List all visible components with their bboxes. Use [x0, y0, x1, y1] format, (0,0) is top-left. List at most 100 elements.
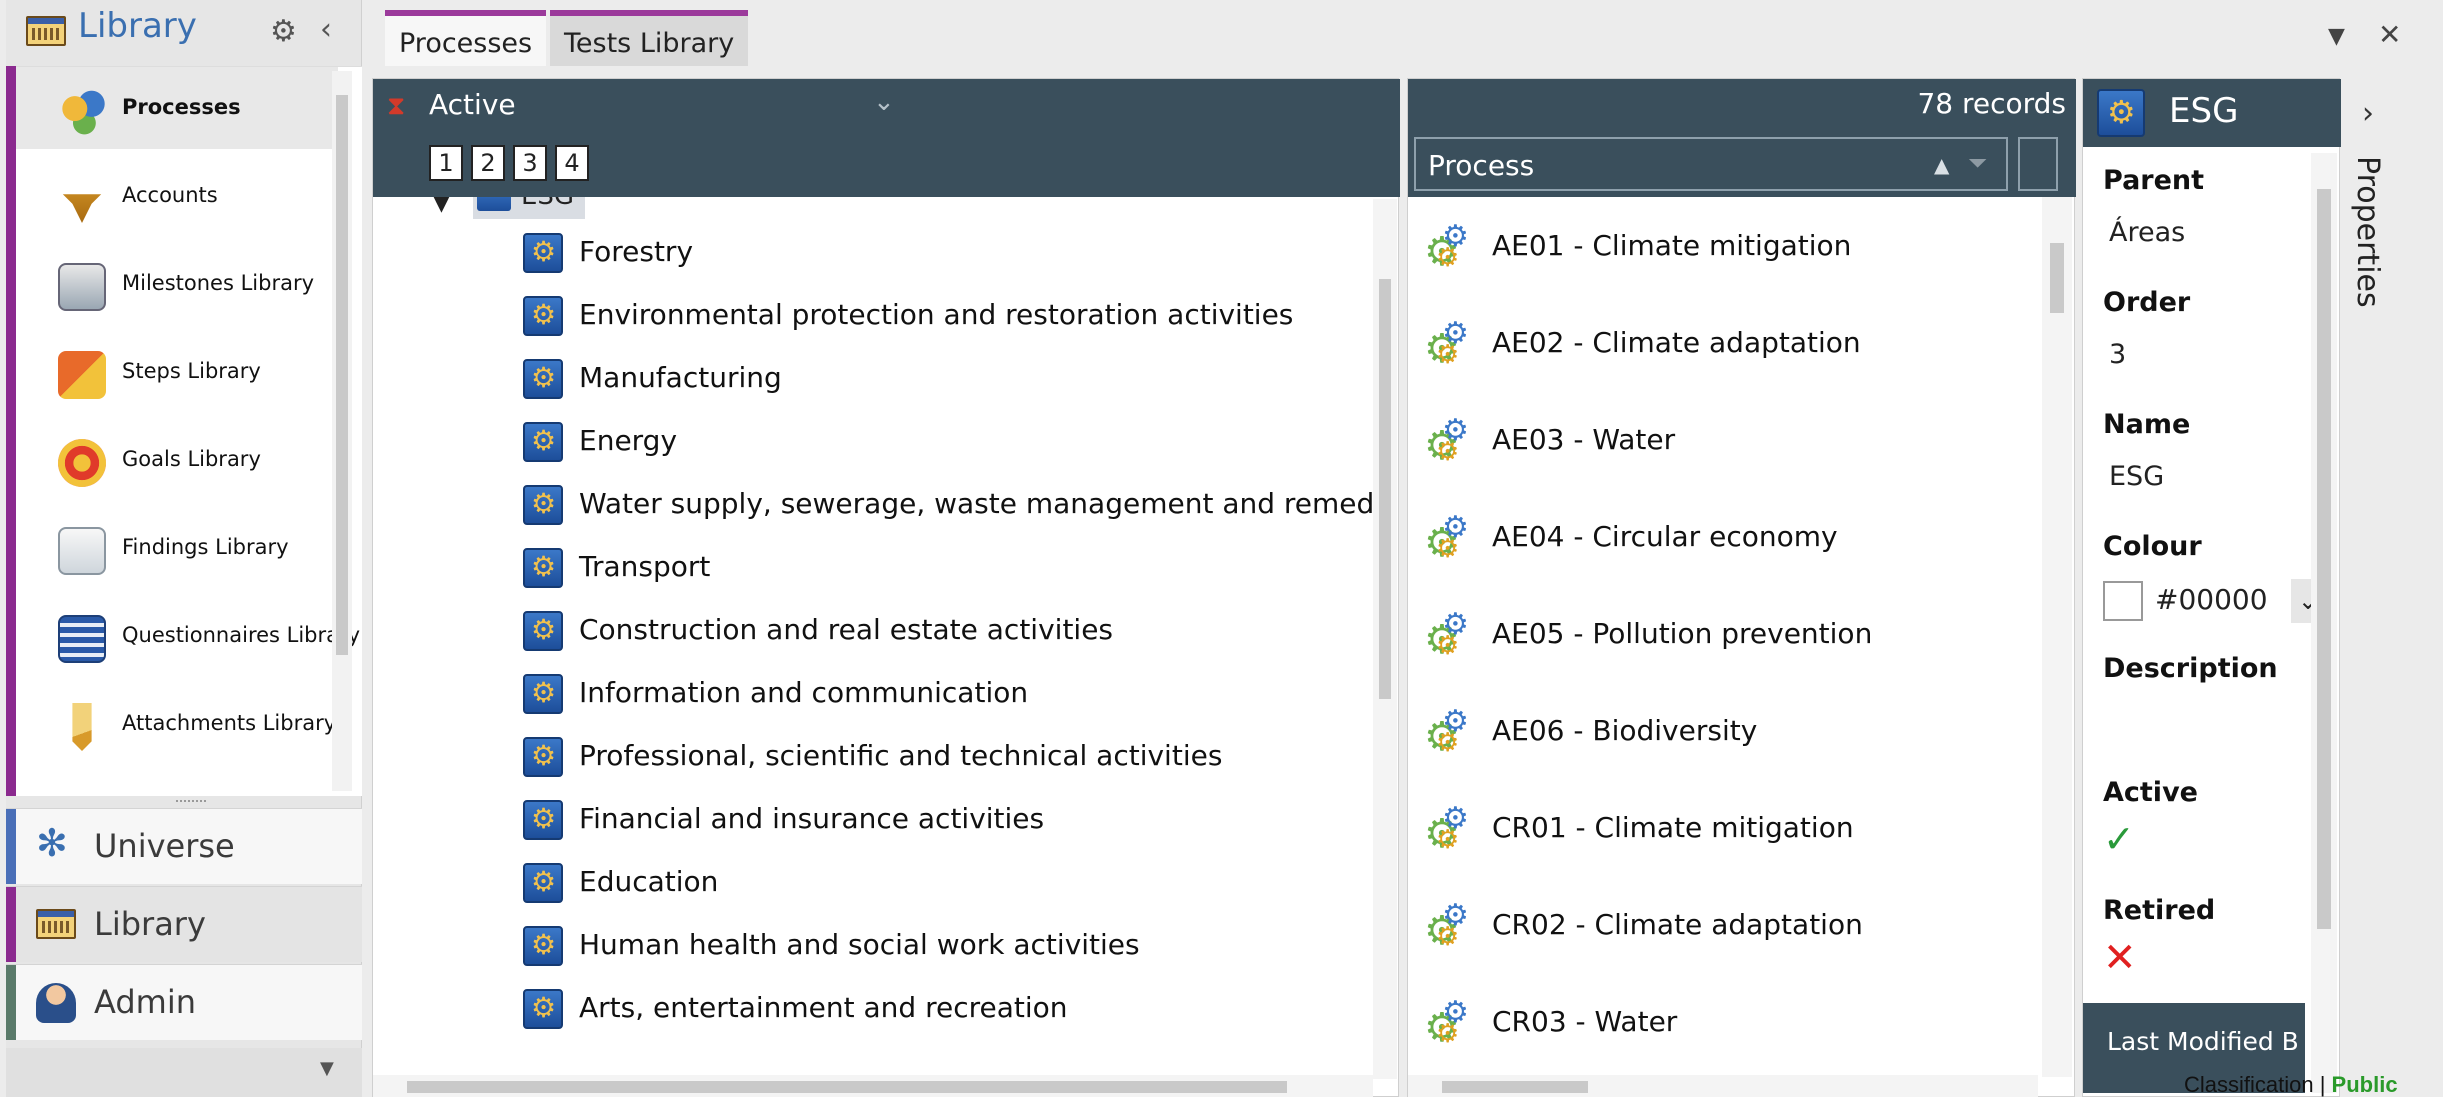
- grid-row[interactable]: ⚙ ⚙ ⚙ AE03 - Water: [1408, 391, 2040, 488]
- description-label: Description: [2103, 653, 2278, 684]
- nav-item-questionnaires-library[interactable]: Questionnaires Library: [16, 595, 360, 677]
- close-icon[interactable]: ✕: [2378, 18, 2401, 51]
- tree-node-label: Forestry: [579, 235, 694, 268]
- tab-processes[interactable]: Processes: [385, 10, 547, 66]
- tree-root-node[interactable]: ▼ ESG: [433, 197, 585, 221]
- process-icon: [477, 197, 511, 211]
- cross-icon[interactable]: ✕: [2103, 935, 2137, 981]
- tree-body: ▼ ESG Forestry Environmental protection …: [373, 197, 1373, 1077]
- nav-item-label: Steps Library: [122, 359, 261, 383]
- properties-side-pane[interactable]: › Properties: [2342, 66, 2443, 1097]
- level-button-4[interactable]: 4: [555, 145, 589, 181]
- navigator-panel: Library ⚙ ‹ Processes Accounts Milestone…: [6, 0, 362, 1097]
- filter-label: Active: [429, 88, 516, 121]
- classification-value: Public: [2331, 1072, 2398, 1097]
- tree-node-label: Construction and real estate activities: [579, 613, 1114, 646]
- grid-horizontal-scrollbar[interactable]: [1408, 1075, 2038, 1097]
- name-value[interactable]: ESG: [2109, 461, 2164, 492]
- record-count-bar: 78 records: [1408, 79, 2076, 129]
- questionnaire-icon: [58, 615, 106, 663]
- nav-item-goals-library[interactable]: Goals Library: [16, 419, 338, 501]
- tab-tests-library[interactable]: Tests Library: [550, 10, 749, 66]
- record-count: 78 records: [1917, 87, 2066, 120]
- nav-item-accounts[interactable]: Accounts: [16, 155, 338, 237]
- collapse-left-icon[interactable]: ‹: [320, 12, 332, 47]
- process-gears-icon: ⚙ ⚙ ⚙: [1424, 995, 1469, 1051]
- grid-row[interactable]: ⚙ ⚙ ⚙ AE01 - Climate mitigation: [1408, 197, 2040, 294]
- tree-filter-bar[interactable]: ⧗ Active ⌄: [373, 79, 1400, 129]
- grid-row[interactable]: ⚙ ⚙ ⚙ CR02 - Climate adaptation: [1408, 876, 2040, 973]
- tree-node-label: Financial and insurance activities: [579, 802, 1045, 835]
- navigator-title: Library: [78, 6, 197, 46]
- checkmark-icon[interactable]: ✓: [2103, 817, 2135, 861]
- grid-cell-process: AE03 - Water: [1492, 423, 1676, 456]
- chevron-right-icon[interactable]: ›: [2362, 96, 2374, 131]
- colour-value[interactable]: #00000: [2155, 583, 2268, 616]
- section-library[interactable]: Library: [6, 886, 362, 962]
- chevron-down-icon[interactable]: ⌄: [873, 87, 895, 117]
- scrollbar-thumb[interactable]: [2050, 243, 2064, 313]
- tree-vertical-scrollbar[interactable]: [1373, 199, 1397, 1079]
- level-button-3[interactable]: 3: [513, 145, 547, 181]
- scrollbar-thumb[interactable]: [1442, 1081, 1588, 1093]
- nav-item-attachments-library[interactable]: Attachments Library: [16, 683, 338, 765]
- splitter-grip[interactable]: [176, 800, 206, 804]
- column-header-next[interactable]: [2018, 137, 2058, 191]
- grid-vertical-scrollbar[interactable]: [2042, 197, 2072, 1077]
- level-button-2[interactable]: 2: [471, 145, 505, 181]
- findings-icon: [58, 527, 106, 575]
- section-universe[interactable]: ✻ Universe: [6, 808, 362, 884]
- scrollbar-thumb[interactable]: [407, 1081, 1287, 1093]
- colour-swatch[interactable]: [2103, 581, 2143, 621]
- nav-item-processes[interactable]: Processes: [16, 67, 338, 149]
- scrollbar-thumb[interactable]: [2317, 189, 2331, 929]
- process-gears-icon: ⚙ ⚙ ⚙: [1424, 413, 1469, 469]
- grid-row[interactable]: ⚙ ⚙ ⚙ AE06 - Biodiversity: [1408, 682, 2040, 779]
- grid-cell-process: AE02 - Climate adaptation: [1492, 326, 1861, 359]
- nav-item-milestones-library[interactable]: Milestones Library: [16, 243, 338, 325]
- process-icon: [523, 863, 563, 903]
- parent-value[interactable]: Áreas: [2109, 217, 2185, 248]
- chevron-down-icon[interactable]: ▼: [320, 1058, 334, 1079]
- order-value[interactable]: 3: [2109, 339, 2126, 370]
- grid-row[interactable]: ⚙ ⚙ ⚙ AE04 - Circular economy: [1408, 488, 2040, 585]
- tree-horizontal-scrollbar[interactable]: [373, 1075, 1373, 1097]
- scrollbar-thumb[interactable]: [336, 95, 348, 655]
- user-icon: [36, 983, 76, 1023]
- nav-item-label: Attachments Library: [122, 711, 337, 735]
- process-gears-icon: ⚙ ⚙ ⚙: [1424, 898, 1469, 954]
- parent-label: Parent: [2103, 165, 2205, 196]
- tab-list-dropdown-icon[interactable]: ▼: [2328, 24, 2345, 49]
- navigator-list: Processes Accounts Milestones Library St…: [6, 66, 362, 796]
- nav-item-steps-library[interactable]: Steps Library: [16, 331, 338, 413]
- processes-icon: [58, 87, 106, 135]
- grid-row[interactable]: ⚙ ⚙ ⚙ CR01 - Climate mitigation: [1408, 779, 2040, 876]
- column-header-process[interactable]: Process ▲ ⏷: [1414, 137, 2008, 191]
- last-modified-label: Last Modified B: [2107, 1027, 2299, 1056]
- nav-item-findings-library[interactable]: Findings Library: [16, 507, 338, 589]
- expand-toggle-icon[interactable]: ▼: [433, 197, 450, 216]
- grid-cell-process: CR03 - Water: [1492, 1005, 1678, 1038]
- nav-item-label: Findings Library: [122, 535, 289, 559]
- column-filter-icon[interactable]: ⏷: [1968, 149, 1987, 177]
- level-button-1[interactable]: 1: [429, 145, 463, 181]
- grid-row[interactable]: ⚙ ⚙ ⚙ AE02 - Climate adaptation: [1408, 294, 2040, 391]
- navigator-scrollbar[interactable]: [332, 71, 352, 791]
- active-label: Active: [2103, 777, 2198, 808]
- scrollbar-thumb[interactable]: [1379, 279, 1391, 699]
- filter-clear-icon[interactable]: ⧗: [387, 91, 405, 122]
- properties-title: ESG: [2169, 91, 2239, 131]
- grid-body: ⚙ ⚙ ⚙ AE01 - Climate mitigation ⚙ ⚙ ⚙ AE02 -…: [1408, 197, 2040, 1077]
- grid-row[interactable]: ⚙ ⚙ ⚙ CR03 - Water: [1408, 973, 2040, 1070]
- sort-ascending-icon[interactable]: ▲: [1934, 153, 1949, 177]
- grid-cell-process: AE01 - Climate mitigation: [1492, 229, 1852, 262]
- grid-row[interactable]: ⚙ ⚙ ⚙ AE05 - Pollution prevention: [1408, 585, 2040, 682]
- process-gears-icon: ⚙ ⚙ ⚙: [1424, 510, 1469, 566]
- gear-icon[interactable]: ⚙: [270, 14, 297, 49]
- process-icon: [523, 611, 563, 651]
- section-color-bar: [6, 809, 16, 884]
- properties-side-label[interactable]: Properties: [2350, 156, 2385, 308]
- navigator-header: Library ⚙ ‹: [6, 0, 362, 66]
- section-admin[interactable]: Admin: [6, 964, 362, 1040]
- properties-scrollbar[interactable]: [2311, 153, 2337, 1093]
